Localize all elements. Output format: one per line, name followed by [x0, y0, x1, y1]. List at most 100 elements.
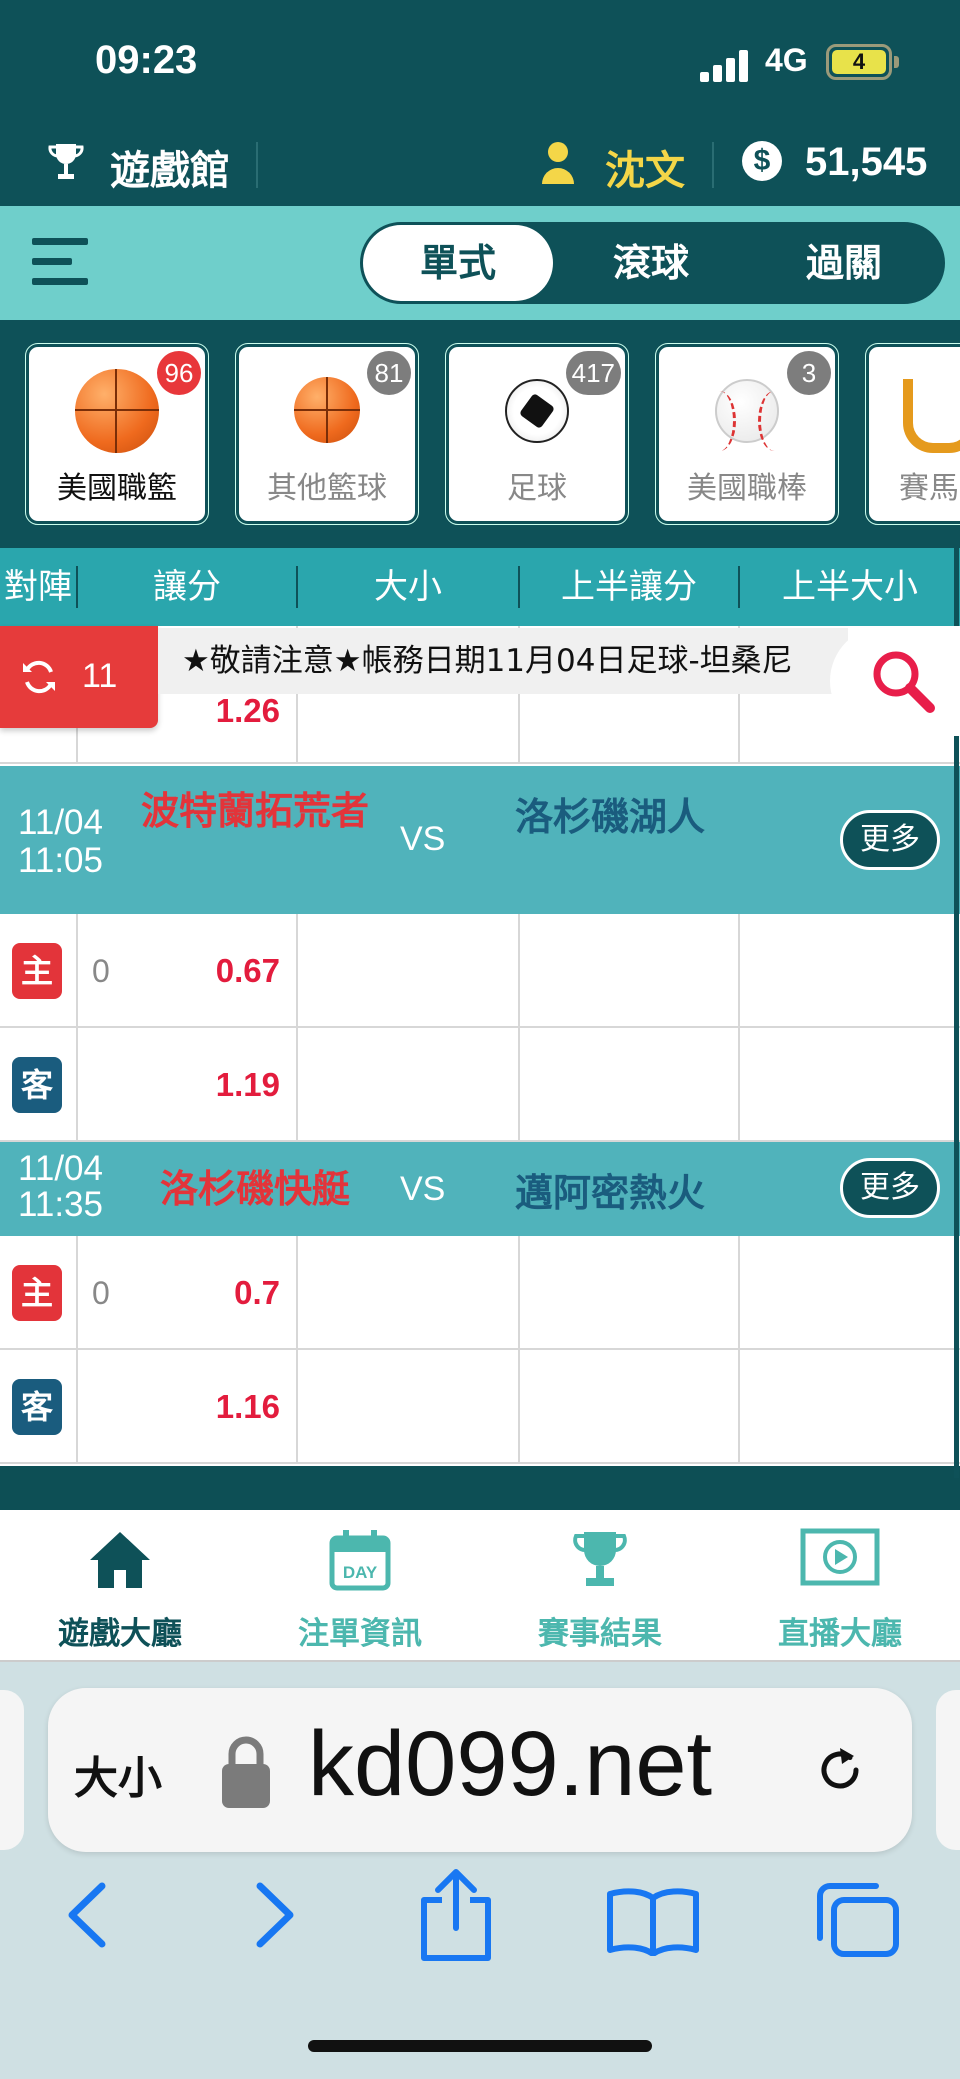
search-icon — [873, 651, 935, 713]
share-icon[interactable] — [418, 1868, 494, 1962]
home-team: 洛杉磯快艇 — [159, 1167, 350, 1211]
signal-icon — [700, 48, 760, 82]
vs-label: VS — [400, 1170, 446, 1208]
home-team: 波特蘭拓荒者 — [140, 789, 369, 833]
odds-value[interactable]: 1.19 — [160, 1028, 280, 1142]
match-date: 11/04 — [18, 1149, 103, 1188]
more-button[interactable]: 更多 — [840, 1158, 940, 1218]
page-title: 遊戲館 — [110, 148, 230, 194]
away-tag: 客 — [12, 1057, 62, 1113]
event-count-badge: 417 — [565, 351, 621, 395]
match-time: 11:35 — [18, 1185, 103, 1224]
tab-single[interactable]: 單式 — [363, 225, 553, 301]
sport-label: 足球 — [507, 471, 567, 506]
table-row: 客 1.16 — [0, 1350, 960, 1464]
nav-bet-info[interactable]: DAY 注單資訊 — [240, 1510, 480, 1662]
col-half-handicap: 上半讓分 — [561, 567, 697, 607]
odds-value[interactable]: 1.16 — [160, 1350, 280, 1464]
nav-live-hall[interactable]: 直播大廳 — [720, 1510, 960, 1662]
col-handicap: 讓分 — [153, 567, 221, 607]
sport-card-horse-racing[interactable]: 賽馬 — [865, 343, 960, 525]
back-icon[interactable] — [62, 1880, 112, 1950]
odds-value[interactable]: 0.7 — [160, 1236, 280, 1350]
sport-label: 其他籃球 — [267, 471, 387, 506]
nav-label: 賽事結果 — [538, 1616, 662, 1652]
battery-level: 4 — [832, 50, 886, 74]
away-tag: 客 — [12, 1379, 62, 1435]
refresh-countdown: 11 — [82, 657, 118, 695]
odds-value[interactable]: 0.67 — [160, 914, 280, 1028]
account-balance: 51,545 — [805, 140, 928, 184]
match-date: 11/04 — [18, 803, 103, 842]
sport-card-nba[interactable]: 96 美國職籃 — [25, 343, 209, 525]
table-row: 主 0 0.7 — [0, 1236, 960, 1350]
trophy-icon — [48, 144, 84, 179]
coin-icon: $ — [742, 141, 782, 181]
header-divider — [712, 142, 714, 188]
event-count-badge: 96 — [157, 351, 201, 395]
col-matchup: 對陣 — [4, 567, 72, 607]
battery-icon: 4 — [826, 44, 892, 80]
notice-marquee: ★敬請注意★帳務日期11月04日足球-坦桑尼 — [158, 628, 848, 694]
mode-tabs: 單式 滾球 過關 — [360, 222, 945, 304]
status-time: 09:23 — [95, 38, 198, 82]
sport-label: 賽馬 — [899, 471, 959, 506]
tab-live[interactable]: 滾球 — [556, 225, 746, 301]
more-button[interactable]: 更多 — [840, 810, 940, 870]
table-row: 客 1.19 — [0, 1028, 960, 1142]
table-row: 主 0 0.67 — [0, 914, 960, 1028]
lock-icon — [222, 1736, 270, 1808]
network-type: 4G — [765, 42, 808, 78]
event-count-badge: 81 — [367, 351, 411, 395]
match-header: 11/04 11:35 洛杉磯快艇 VS 邁阿密熱火 更多 — [0, 1142, 960, 1236]
basketball-icon — [75, 369, 159, 453]
col-over-under: 大小 — [374, 567, 442, 607]
vs-label: VS — [400, 820, 446, 858]
sport-label: 美國職棒 — [687, 471, 807, 506]
header-divider — [256, 142, 258, 188]
home-icon — [90, 1532, 150, 1588]
tab-parlay[interactable]: 過關 — [749, 225, 939, 301]
basketball-icon — [294, 377, 360, 443]
bottom-nav: 遊戲大廳 DAY 注單資訊 賽事結果 直播大廳 — [0, 1510, 960, 1662]
menu-icon[interactable] — [32, 238, 88, 288]
match-header: 11/04 11:05 波特蘭拓荒者 VS 洛杉磯湖人 更多 — [0, 766, 960, 914]
nav-label: 直播大廳 — [778, 1616, 902, 1652]
home-tag: 主 — [12, 1265, 62, 1321]
trophy-icon — [573, 1532, 627, 1586]
live-video-icon — [800, 1528, 880, 1586]
text-size-button[interactable]: 大小 — [74, 1742, 162, 1806]
col-half-over-under: 上半大小 — [782, 567, 918, 607]
home-indicator — [308, 2040, 652, 2052]
sport-selector: 96 美國職籃 81 其他籃球 417 足球 3 美國職棒 賽馬 — [0, 320, 960, 548]
next-tab-preview[interactable] — [936, 1690, 960, 1850]
sport-card-other-basketball[interactable]: 81 其他籃球 — [235, 343, 419, 525]
calendar-day-text: DAY — [343, 1563, 378, 1582]
prev-tab-preview[interactable] — [0, 1690, 24, 1850]
sport-card-mlb[interactable]: 3 美國職棒 — [655, 343, 839, 525]
nav-results[interactable]: 賽事結果 — [480, 1510, 720, 1662]
sport-label: 美國職籃 — [57, 471, 177, 506]
reload-icon[interactable] — [810, 1740, 870, 1800]
url-text[interactable]: kd099.net — [308, 1712, 712, 1817]
home-tag: 主 — [12, 943, 62, 999]
baseball-icon — [715, 379, 779, 451]
user-icon — [542, 142, 574, 184]
tabs-icon[interactable] — [812, 1880, 902, 1960]
sport-card-soccer[interactable]: 417 足球 — [445, 343, 629, 525]
match-time: 11:05 — [18, 841, 103, 880]
event-count-badge: 3 — [787, 351, 831, 395]
nav-label: 注單資訊 — [298, 1616, 422, 1652]
handicap-line: 0 — [92, 953, 110, 989]
bookmarks-icon[interactable] — [606, 1886, 700, 1956]
nav-label: 遊戲大廳 — [58, 1616, 182, 1652]
search-button[interactable] — [830, 626, 960, 736]
column-header: 對陣 讓分 大小 上半讓分 上半大小 — [0, 548, 960, 626]
forward-icon[interactable] — [250, 1880, 300, 1950]
nav-game-hall[interactable]: 遊戲大廳 — [0, 1510, 240, 1662]
calendar-day-icon: DAY — [329, 1530, 391, 1591]
battery-cap — [894, 56, 899, 68]
handicap-line: 0 — [92, 1275, 110, 1311]
away-team: 洛杉磯湖人 — [514, 795, 705, 839]
username[interactable]: 沈文 — [605, 138, 685, 196]
